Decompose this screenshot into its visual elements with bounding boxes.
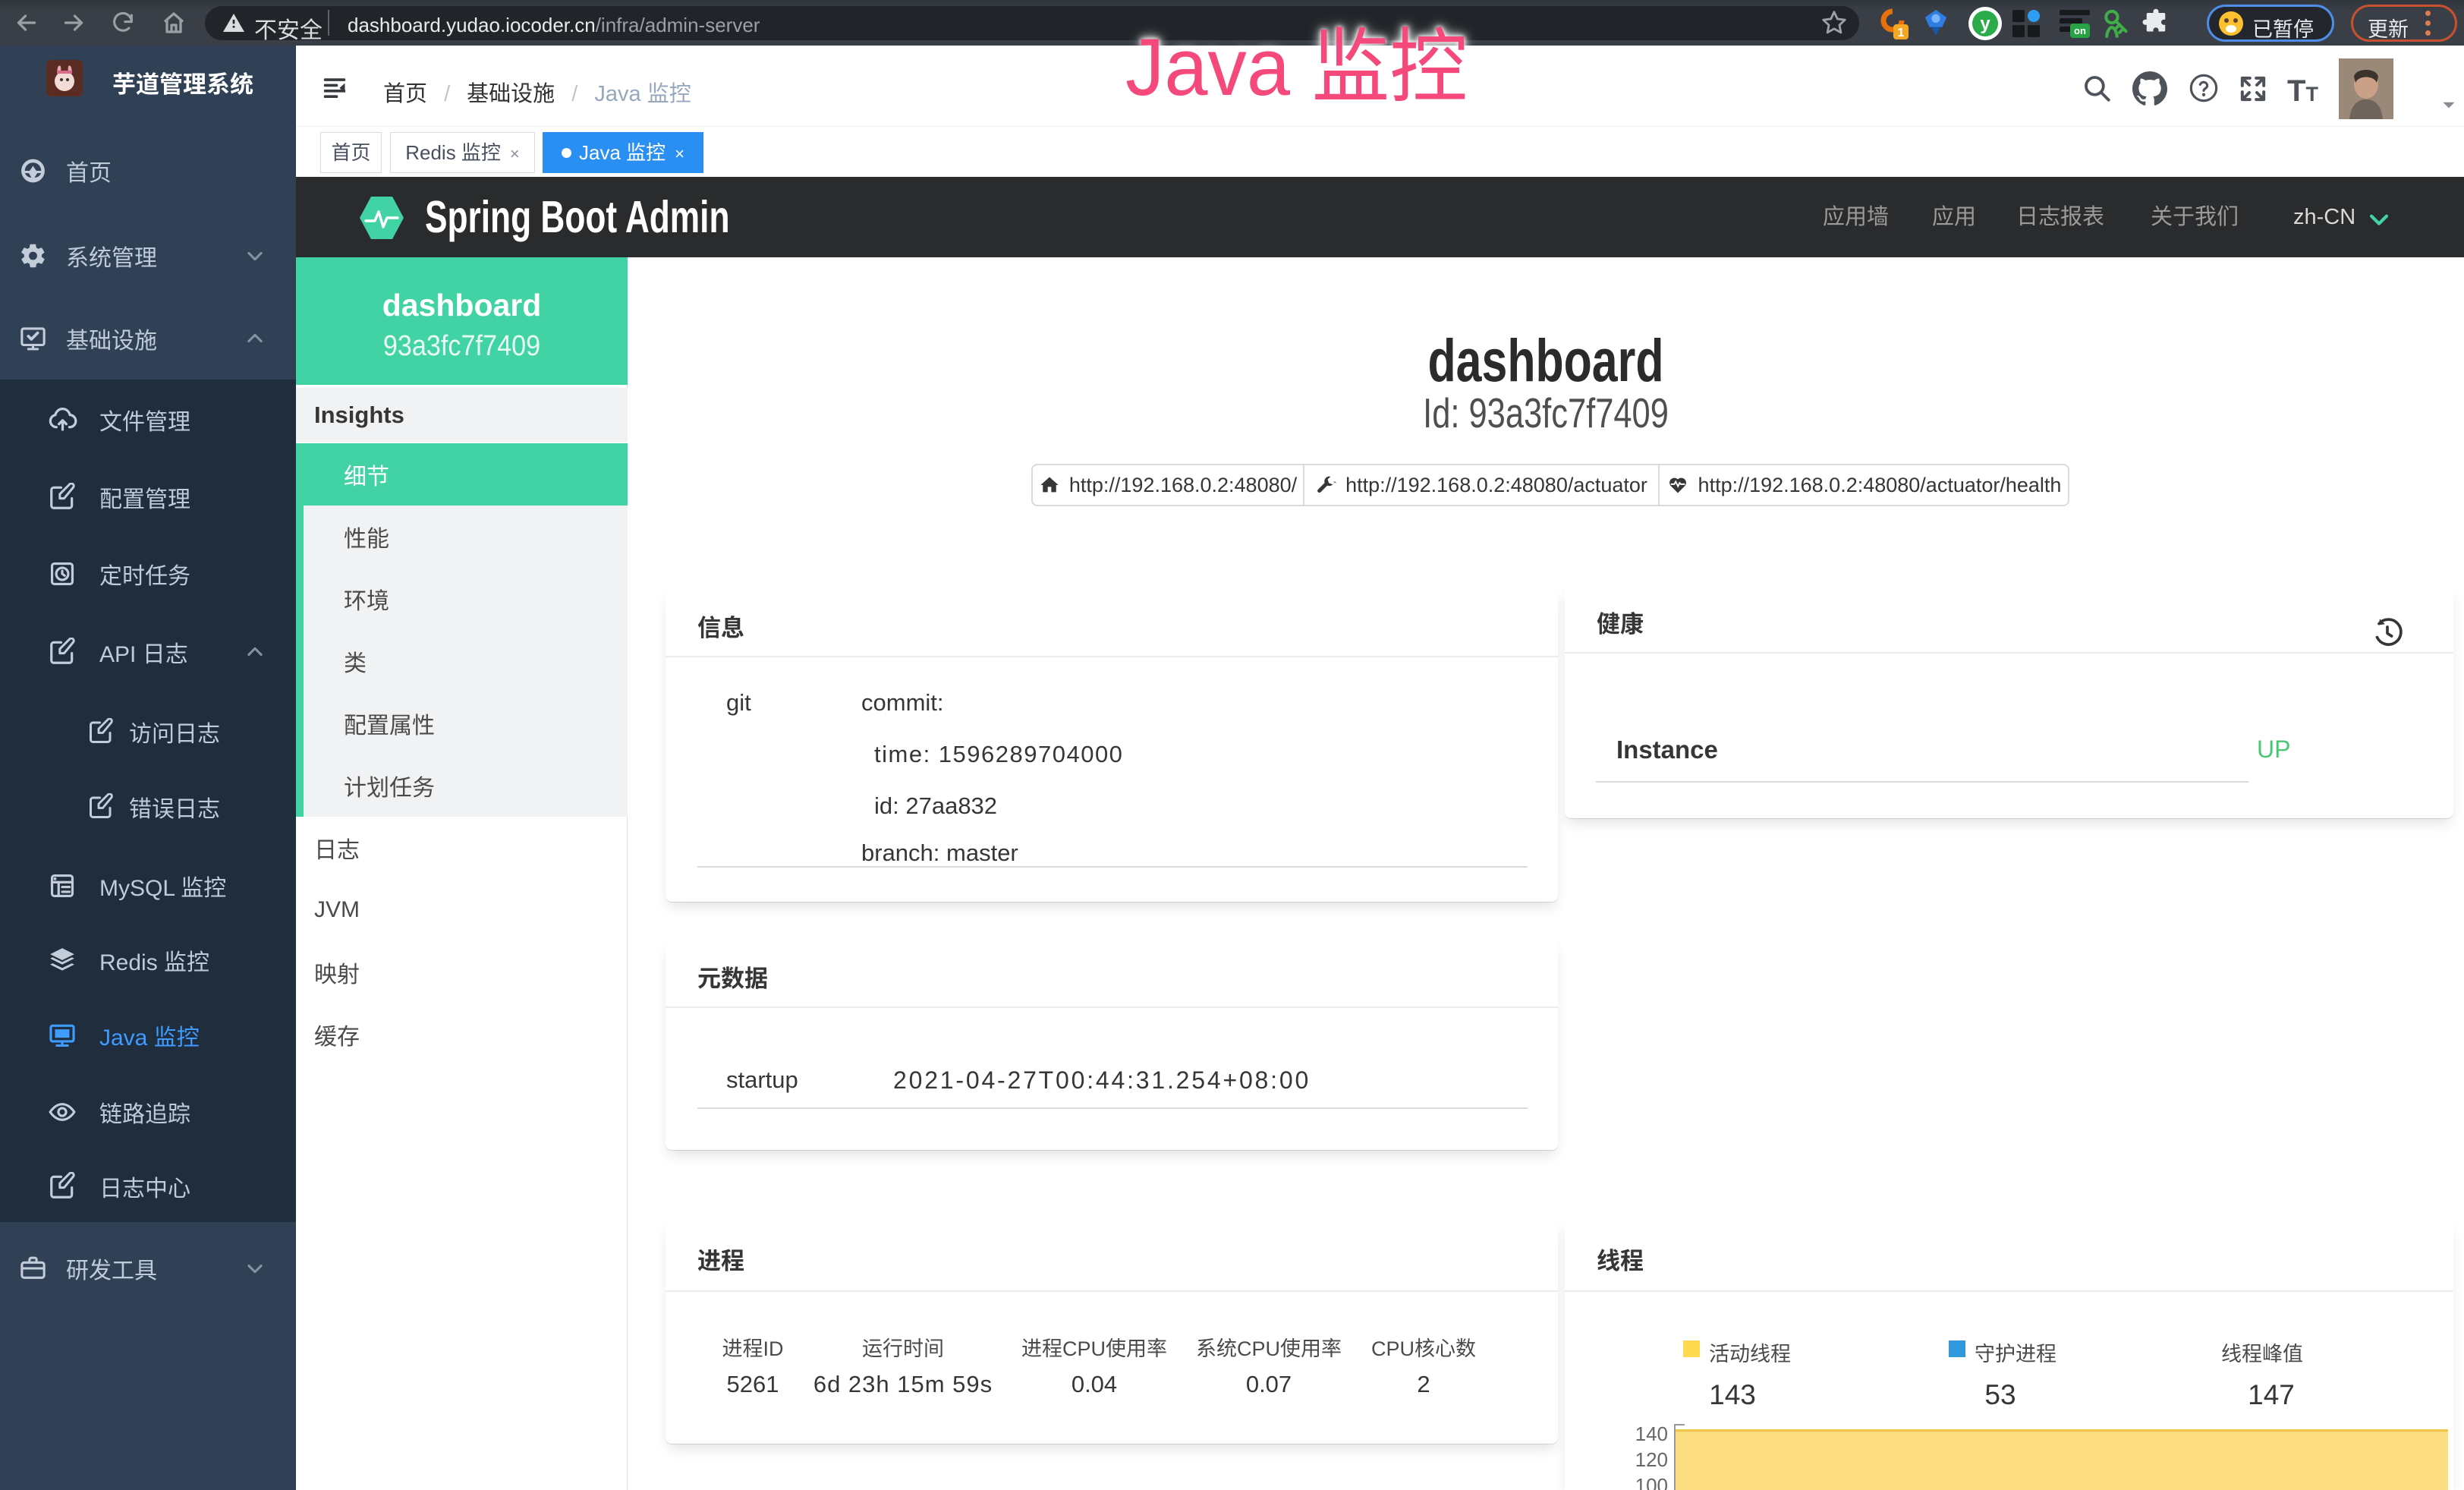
svg-text:on: on — [2074, 25, 2086, 36]
svg-text:1: 1 — [1898, 27, 1905, 39]
svg-text:y: y — [1980, 14, 1990, 34]
